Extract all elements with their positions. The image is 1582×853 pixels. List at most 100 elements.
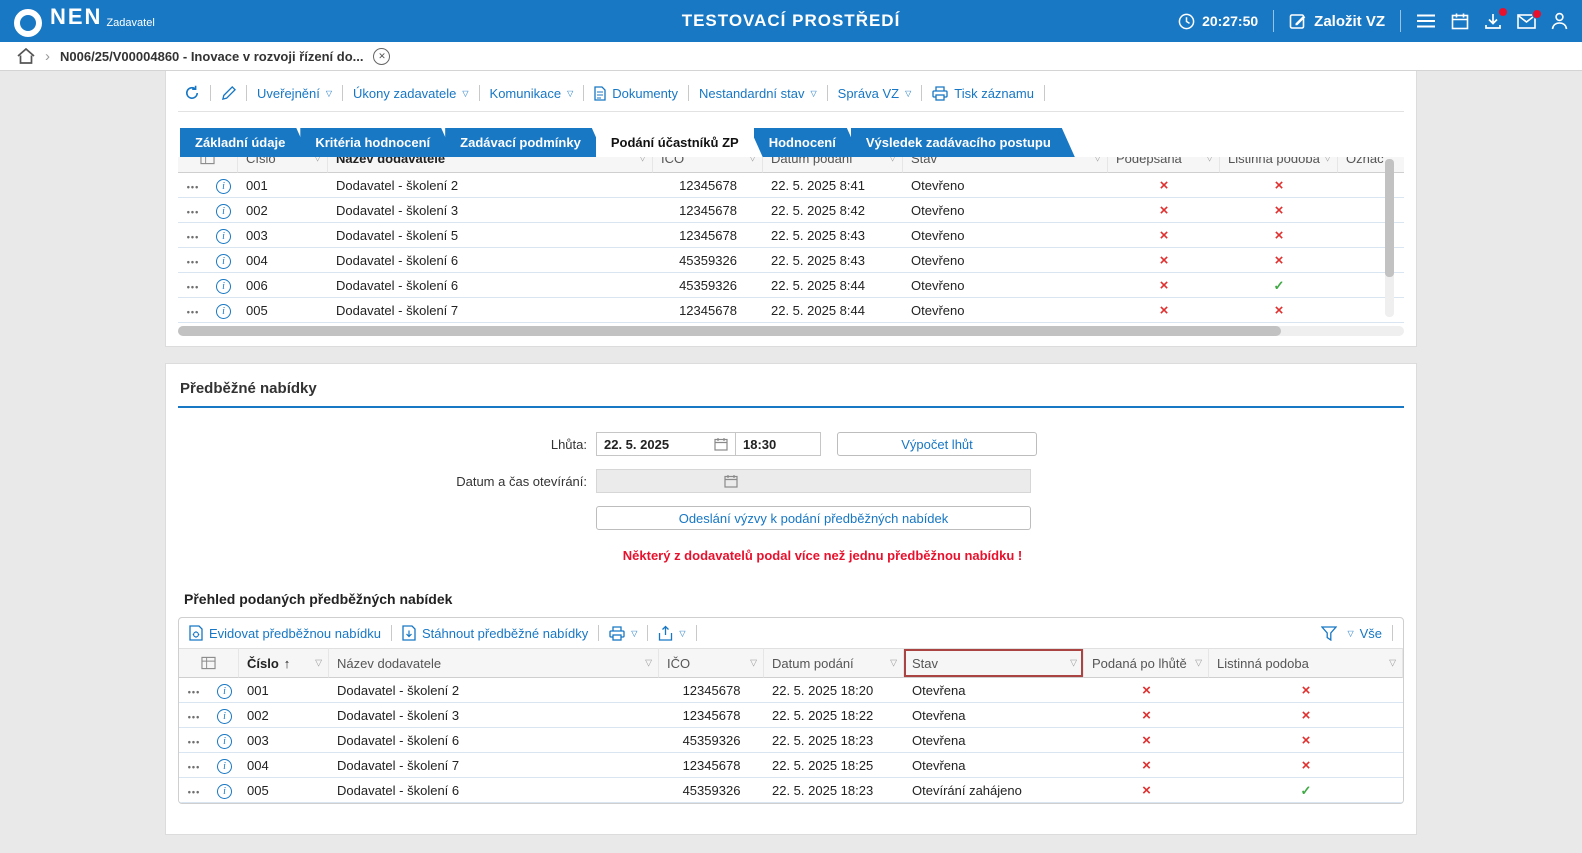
filter-caret-icon[interactable]: ▽ [639, 157, 646, 164]
info-icon[interactable]: i [217, 734, 232, 749]
filter-caret-icon[interactable]: ▽ [1206, 157, 1213, 164]
info-icon[interactable]: i [216, 204, 231, 219]
register-prebid-button[interactable]: Evidovat předběžnou nabídku [189, 625, 381, 641]
table-columns-icon[interactable] [178, 157, 238, 173]
info-icon[interactable]: i [217, 684, 232, 699]
row-actions-button[interactable]: ••• [187, 257, 199, 267]
tab-pod-n-astn-k-zp[interactable]: Podání účastníků ZP [596, 128, 763, 157]
tab-krit-ria-hodnocen[interactable]: Kritéria hodnocení [300, 128, 454, 157]
toolbar-item-komunikace[interactable]: Komunikace▽ [490, 86, 574, 101]
x-icon: × [1160, 302, 1169, 319]
toolbar-item-uverejneni[interactable]: Uveřejnění▽ [257, 86, 332, 101]
tab-hodnocen[interactable]: Hodnocení [754, 128, 860, 157]
nen-logo[interactable]: NEN Zadavatel [14, 6, 155, 37]
column-header-datum-podani[interactable]: Datum podání▽ [764, 648, 904, 678]
home-icon[interactable] [17, 48, 35, 64]
scrollbar-thumb[interactable] [1385, 159, 1394, 277]
row-actions-button[interactable]: ••• [187, 282, 199, 292]
toolbar-item-nestandardni-stav[interactable]: Nestandardní stav▽ [699, 86, 817, 101]
row-actions-button[interactable]: ••• [187, 207, 199, 217]
row-actions-button[interactable]: ••• [187, 182, 199, 192]
column-header-cislo[interactable]: Číslo▽ [238, 157, 328, 173]
horizontal-scrollbar[interactable] [178, 326, 1404, 336]
downloads-button[interactable] [1484, 12, 1502, 30]
column-header-stav[interactable]: Stav▽ [903, 157, 1108, 173]
column-header-ico[interactable]: IČO▽ [653, 157, 763, 173]
column-header-dodavatel[interactable]: Název dodavatele▽ [329, 648, 659, 678]
filter-caret-icon[interactable]: ▽ [1195, 658, 1202, 669]
filter-caret-icon[interactable]: ▽ [1389, 658, 1396, 669]
deadline-time-input[interactable]: 18:30 [736, 432, 821, 456]
download-prebids-button[interactable]: Stáhnout předběžné nabídky [402, 625, 588, 641]
filter-caret-icon[interactable]: ▽ [314, 157, 321, 164]
menu-button[interactable] [1416, 13, 1436, 29]
messages-button[interactable] [1517, 14, 1536, 29]
scrollbar-thumb[interactable] [178, 326, 1281, 336]
compute-deadlines-button[interactable]: Výpočet lhůt [837, 432, 1037, 456]
vertical-scrollbar[interactable] [1385, 159, 1394, 317]
row-actions-button[interactable]: ••• [188, 737, 200, 747]
filter-caret-icon[interactable]: ▽ [749, 157, 756, 164]
row-actions-button[interactable]: ••• [188, 712, 200, 722]
column-header-podana-po-lhute[interactable]: Podaná po lhůtě▽ [1084, 648, 1209, 678]
filter-funnel-icon[interactable] [1321, 626, 1337, 641]
info-icon[interactable]: i [216, 179, 231, 194]
filter-caret-icon[interactable]: ▽ [1070, 658, 1077, 669]
column-header-ico[interactable]: IČO▽ [659, 648, 764, 678]
toolbar-item-tisk-zaznamu[interactable]: Tisk záznamu [932, 86, 1034, 101]
row-actions-button[interactable]: ••• [187, 232, 199, 242]
info-icon[interactable]: i [217, 709, 232, 724]
filter-caret-icon[interactable]: ▽ [645, 658, 652, 669]
filter-caret-icon[interactable]: ▽ [890, 658, 897, 669]
tab-v-sledek-zad-vac-ho-postupu[interactable]: Výsledek zadávacího postupu [851, 128, 1075, 157]
export-table-button[interactable]: ▽ [658, 625, 685, 641]
row-actions-button[interactable]: ••• [188, 762, 200, 772]
user-button[interactable] [1551, 12, 1568, 30]
cell-listinna-podoba: × [1209, 728, 1403, 753]
filter-all-dropdown[interactable]: ▽Vše [1347, 626, 1382, 641]
column-header-stav[interactable]: Stav▽ [904, 648, 1084, 678]
table-columns-icon[interactable] [179, 648, 239, 678]
calendar-icon[interactable] [714, 437, 728, 451]
info-icon[interactable]: i [216, 304, 231, 319]
column-header-datum-podani[interactable]: Datum podání▽ [763, 157, 903, 173]
column-header-listinna-podoba[interactable]: Listinná podoba▽ [1220, 157, 1338, 173]
print-table-button[interactable]: ▽ [609, 626, 637, 641]
send-invitation-button[interactable]: Odeslání výzvy k podání předběžných nabí… [596, 506, 1031, 530]
info-icon[interactable]: i [217, 759, 232, 774]
cell-listinna-podoba: × [1220, 298, 1338, 323]
row-actions-button[interactable]: ••• [188, 687, 200, 697]
info-icon[interactable]: i [216, 279, 231, 294]
refresh-icon[interactable] [184, 85, 200, 101]
x-icon: × [1142, 782, 1151, 799]
tab-zad-vac-podm-nky[interactable]: Zadávací podmínky [445, 128, 605, 157]
column-header-listinna-podoba[interactable]: Listinná podoba▽ [1209, 648, 1403, 678]
calendar-button[interactable] [1451, 12, 1469, 30]
filter-caret-icon[interactable]: ▽ [1324, 157, 1331, 164]
create-vz-button[interactable]: Založit VZ [1289, 12, 1385, 30]
cell-podana-po-lhute: × [1084, 753, 1209, 778]
filter-caret-icon[interactable]: ▽ [889, 157, 896, 164]
pencil-icon[interactable] [221, 86, 236, 101]
toolbar-item-sprava-vz[interactable]: Správa VZ▽ [838, 86, 912, 101]
info-icon[interactable]: i [216, 254, 231, 269]
column-header-podepsana[interactable]: Podepsána▽ [1108, 157, 1220, 173]
filter-caret-icon[interactable]: ▽ [750, 658, 757, 669]
row-actions-button[interactable]: ••• [188, 787, 200, 797]
toolbar-item-ukony-zadavatele[interactable]: Úkony zadavatele▽ [353, 86, 469, 101]
info-icon[interactable]: i [216, 229, 231, 244]
page-content: Uveřejnění▽ Úkony zadavatele▽ Komunikace… [165, 71, 1417, 835]
toolbar-item-dokumenty[interactable]: Dokumenty [594, 86, 678, 101]
close-record-icon[interactable]: ✕ [373, 48, 390, 65]
column-header-oznacena[interactable]: Označ▽ [1338, 157, 1404, 173]
row-actions-button[interactable]: ••• [187, 307, 199, 317]
info-icon[interactable]: i [217, 784, 232, 799]
column-header-dodavatel[interactable]: Název dodavatele▽ [328, 157, 653, 173]
tab-z-kladn-daje[interactable]: Základní údaje [180, 128, 309, 157]
deadline-date-input[interactable]: 22. 5. 2025 [596, 432, 736, 456]
row-info-cell: i [208, 173, 238, 198]
breadcrumb-item[interactable]: N006/25/V00004860 - Inovace v rozvoji ří… [60, 49, 363, 64]
filter-caret-icon[interactable]: ▽ [1094, 157, 1101, 164]
filter-caret-icon[interactable]: ▽ [315, 658, 322, 669]
column-header-cislo[interactable]: Číslo↑▽ [239, 648, 329, 678]
